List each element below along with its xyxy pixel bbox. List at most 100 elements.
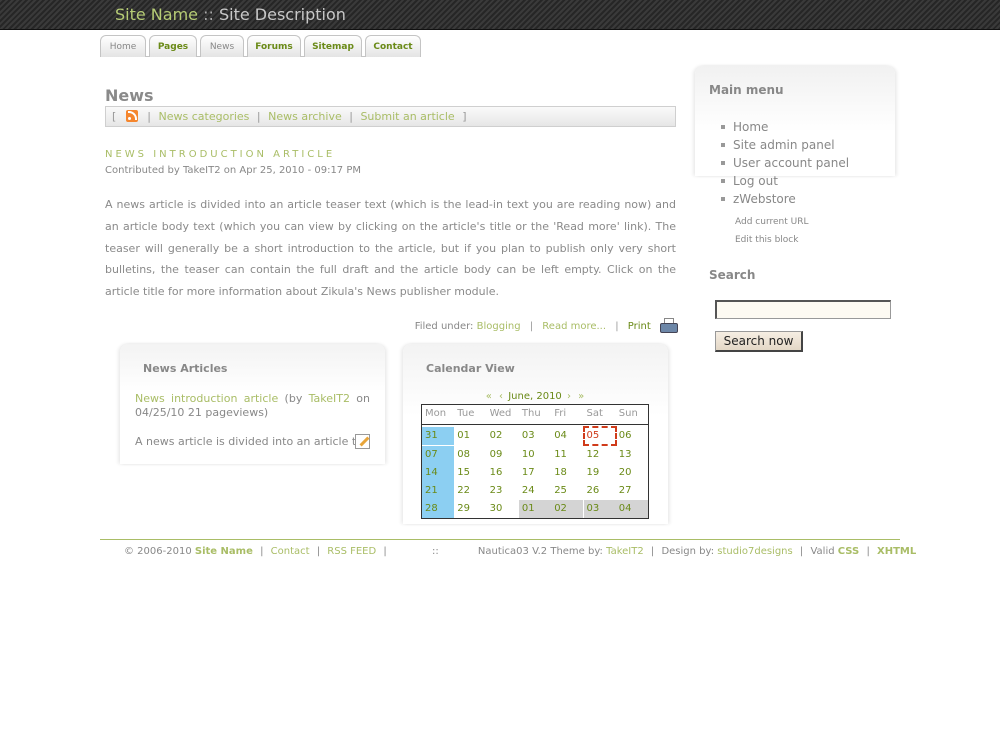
calendar-day[interactable]: 22 xyxy=(454,482,486,500)
calendar-day[interactable]: 09 xyxy=(487,446,519,464)
footer-double-colon: :: xyxy=(431,546,439,557)
next-year-link[interactable]: » xyxy=(578,391,584,402)
calendar-weekday-row: Mon Tue Wed Thu Fri Sat Sun xyxy=(422,405,648,425)
design-text: Design by: xyxy=(661,546,715,557)
footer-pipe: | xyxy=(650,546,655,557)
footer-rss-link[interactable]: RSS FEED xyxy=(327,546,376,557)
designer-link[interactable]: studio7designs xyxy=(717,546,792,557)
calendar-month-label: June, 2010 xyxy=(508,391,562,402)
edit-block-link[interactable]: Edit this block xyxy=(735,235,798,245)
article-meta: Contributed by TakeIT2 on Apr 25, 2010 -… xyxy=(105,165,362,176)
calendar-day[interactable]: 13 xyxy=(616,446,648,464)
printer-icon[interactable] xyxy=(660,318,678,333)
calendar-day[interactable]: 23 xyxy=(487,482,519,500)
calendar-day[interactable]: 14 xyxy=(422,464,455,482)
calendar-day[interactable]: 15 xyxy=(454,464,486,482)
news-categories-link[interactable]: News categories xyxy=(159,110,250,123)
calendar-day[interactable]: 29 xyxy=(454,500,486,518)
calendar-day[interactable]: 03 xyxy=(519,427,551,445)
tab-home[interactable]: Home xyxy=(100,35,146,57)
calendar-day[interactable]: 08 xyxy=(454,446,486,464)
weekday-sun: Sun xyxy=(618,408,638,419)
article-title[interactable]: NEWS INTRODUCTION ARTICLE xyxy=(105,149,335,160)
calendar-day[interactable]: 31 xyxy=(422,427,455,445)
tab-pages[interactable]: Pages xyxy=(149,35,197,57)
calendar-day[interactable]: 26 xyxy=(584,482,616,500)
news-article-entry: News introduction article (by TakeIT2 on… xyxy=(135,392,370,420)
calendar-day[interactable]: 18 xyxy=(551,464,583,482)
calendar-day[interactable]: 19 xyxy=(584,464,616,482)
submit-article-link[interactable]: Submit an article xyxy=(360,110,454,123)
footer-pipe: | xyxy=(615,321,619,332)
prev-year-link[interactable]: « xyxy=(486,391,492,402)
next-month-link[interactable]: › xyxy=(567,391,571,402)
calendar-day[interactable]: 07 xyxy=(422,446,455,464)
footer-site-name[interactable]: Site Name xyxy=(195,546,253,557)
read-more-link[interactable]: Read more... xyxy=(542,321,606,332)
theme-author-link[interactable]: TakeIT2 xyxy=(606,546,644,557)
menu-item-logout[interactable]: Log out xyxy=(721,172,849,190)
subnav-open-bracket: [ xyxy=(112,110,117,123)
weekday-sat: Sat xyxy=(586,408,603,419)
calendar-day[interactable]: 25 xyxy=(551,482,583,500)
page-footer: © 2006-2010 Site Name | Contact | RSS FE… xyxy=(124,546,916,557)
calendar-day[interactable]: 11 xyxy=(551,446,583,464)
calendar-day[interactable]: 28 xyxy=(422,500,455,518)
calendar-day[interactable]: 24 xyxy=(519,482,551,500)
calendar-day[interactable]: 10 xyxy=(519,446,551,464)
footer-pipe: | xyxy=(799,546,804,557)
rss-icon[interactable] xyxy=(125,110,138,122)
css-validator-link[interactable]: CSS xyxy=(838,546,859,557)
calendar-day-next-month[interactable]: 04 xyxy=(615,500,649,518)
calendar-day[interactable]: 06 xyxy=(616,427,648,445)
calendar-nav: « ‹ June, 2010 › » xyxy=(421,391,649,402)
calendar-day[interactable]: 01 xyxy=(454,427,486,445)
calendar-day[interactable]: 17 xyxy=(519,464,551,482)
author-link[interactable]: TakeIT2 xyxy=(309,392,350,405)
search-input[interactable] xyxy=(715,300,891,319)
news-article-link[interactable]: News introduction article xyxy=(135,392,278,405)
footer-pipe: | xyxy=(866,546,870,557)
title-separator: :: xyxy=(198,5,219,24)
search-button[interactable]: Search now xyxy=(715,331,803,352)
prev-month-link[interactable]: ‹ xyxy=(499,391,503,402)
article-body: A news article is divided into an articl… xyxy=(105,198,676,299)
category-link[interactable]: Blogging xyxy=(477,321,521,332)
add-current-url-link[interactable]: Add current URL xyxy=(735,217,808,227)
news-archive-link[interactable]: News archive xyxy=(268,110,342,123)
tab-contact[interactable]: Contact xyxy=(365,35,421,57)
tab-sitemap[interactable]: Sitemap xyxy=(304,35,362,57)
calendar-week: 21 22 23 24 25 26 27 xyxy=(422,482,648,500)
calendar-day-next-month[interactable]: 02 xyxy=(551,500,584,518)
menu-item-user-account[interactable]: User account panel xyxy=(721,154,849,172)
copyright: © 2006-2010 xyxy=(124,546,192,557)
calendar-day[interactable]: 21 xyxy=(422,482,455,500)
calendar-day-next-month[interactable]: 03 xyxy=(583,500,616,518)
calendar-day[interactable]: 20 xyxy=(616,464,648,482)
page-title: News xyxy=(105,86,154,105)
calendar-day[interactable]: 04 xyxy=(551,427,583,445)
calendar-day[interactable]: 30 xyxy=(487,500,519,518)
article-footer: Filed under: Blogging | Read more... | P… xyxy=(415,318,678,333)
calendar-day[interactable]: 27 xyxy=(616,482,648,500)
footer-pipe: | xyxy=(260,546,264,557)
tab-forums[interactable]: Forums xyxy=(247,35,301,57)
main-menu-title: Main menu xyxy=(709,83,784,97)
calendar-day-next-month[interactable]: 01 xyxy=(518,500,552,518)
print-link[interactable]: Print xyxy=(628,321,651,332)
site-description: Site Description xyxy=(218,5,346,24)
calendar-day[interactable]: 12 xyxy=(584,446,616,464)
calendar-day[interactable]: 16 xyxy=(487,464,519,482)
footer-pipe: | xyxy=(383,546,387,557)
xhtml-validator-link[interactable]: XHTML xyxy=(877,546,916,557)
footer-contact-link[interactable]: Contact xyxy=(271,546,310,557)
calendar-day[interactable]: 02 xyxy=(487,427,519,445)
site-name[interactable]: Site Name xyxy=(115,5,198,24)
edit-icon[interactable] xyxy=(355,434,370,449)
menu-item-zwebstore[interactable]: zWebstore xyxy=(721,190,849,208)
menu-item-home[interactable]: Home xyxy=(721,118,849,136)
calendar-day-today[interactable]: 05 xyxy=(582,426,617,446)
menu-item-site-admin[interactable]: Site admin panel xyxy=(721,136,849,154)
tab-news[interactable]: News xyxy=(200,35,244,57)
site-title[interactable]: Site Name :: Site Description xyxy=(115,5,346,25)
